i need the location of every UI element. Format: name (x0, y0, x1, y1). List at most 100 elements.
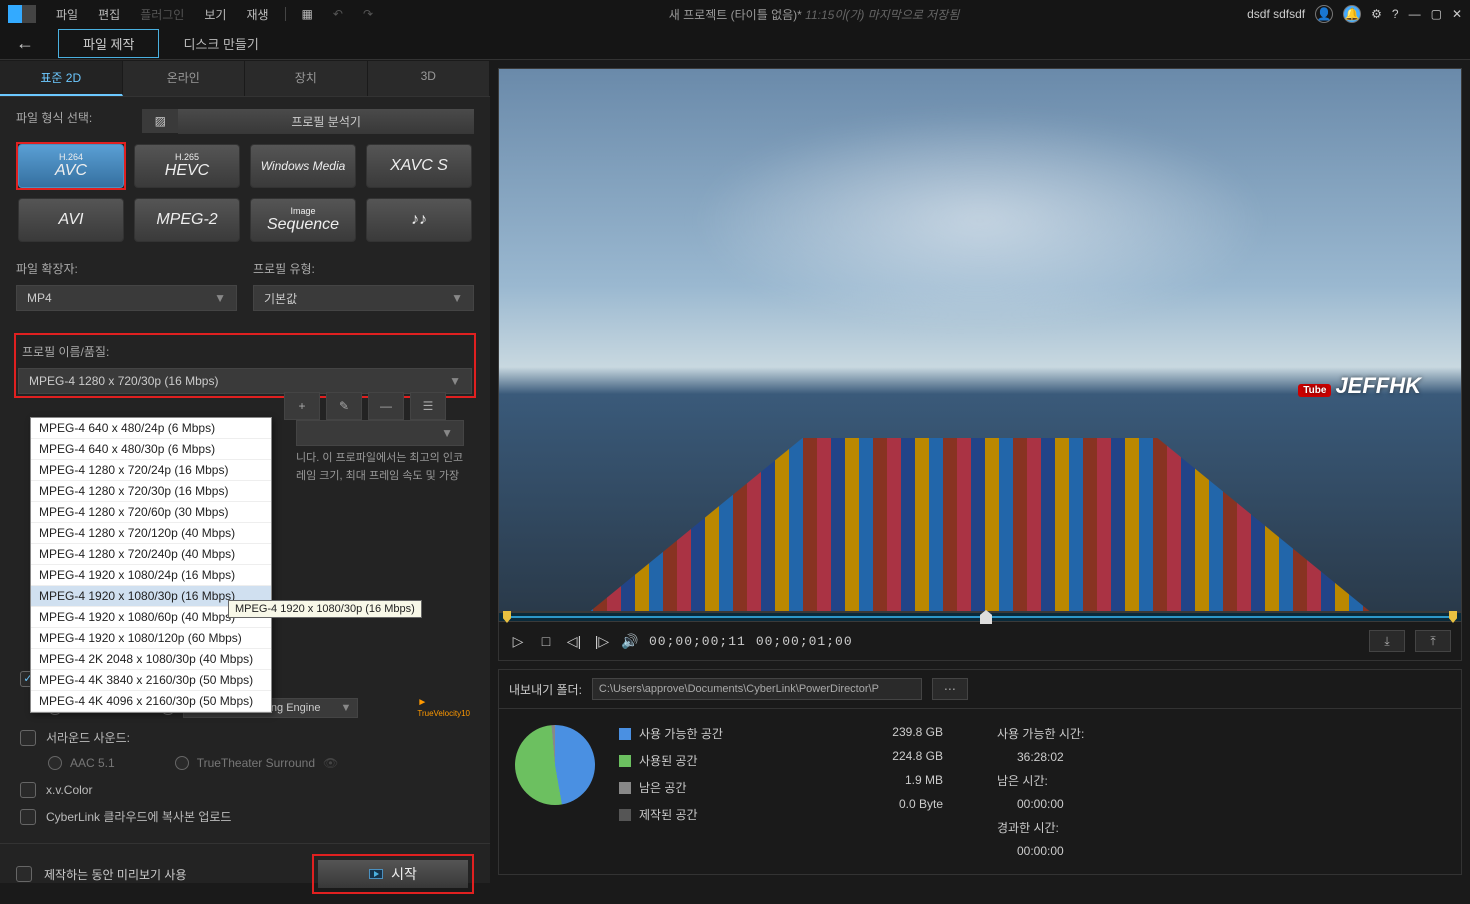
analyzer-icon[interactable]: ▨ (142, 109, 178, 133)
time-elapsed-label: 경과한 시간: (997, 819, 1197, 836)
format-button-3[interactable]: XAVC S (366, 144, 472, 188)
time-avail-label: 사용 가능한 시간: (997, 725, 1197, 742)
xvcolor-label: x.v.Color (46, 783, 92, 797)
profile-option[interactable]: MPEG-4 1280 x 720/240p (40 Mbps) (31, 544, 271, 565)
time-avail-value: 36:28:02 (997, 750, 1197, 764)
tab-3d[interactable]: 3D (368, 60, 491, 96)
format-button-1[interactable]: H.265HEVC (134, 144, 240, 188)
preview-viewport[interactable]: TubeJEFFHK (498, 68, 1462, 612)
legend-row: 제작된 공간 (619, 806, 839, 823)
time-elapsed-value: 00:00:00 (997, 844, 1197, 858)
tab-standard-2d[interactable]: 표준 2D (0, 60, 123, 96)
profile-option[interactable]: MPEG-4 4K 4096 x 2160/30p (50 Mbps) (31, 691, 271, 712)
aac-radio (48, 756, 62, 770)
legend-row: 사용된 공간 (619, 752, 839, 769)
disc-create-link[interactable]: 디스크 만들기 (183, 34, 258, 53)
menu-edit[interactable]: 편집 (90, 4, 128, 25)
user-name: dsdf sdfsdf (1247, 7, 1305, 21)
cloud-checkbox[interactable] (20, 809, 36, 825)
profile-details-button[interactable]: ☰ (410, 392, 446, 420)
notification-icon[interactable]: 🔔 (1343, 5, 1361, 23)
settings-icon[interactable]: ⚙ (1371, 7, 1382, 21)
scrub-out-marker[interactable] (1449, 611, 1457, 623)
layout-icon[interactable]: ▦ (294, 5, 321, 23)
audio-dropdown[interactable]: ▼ (296, 420, 464, 446)
profile-option[interactable]: MPEG-4 640 x 480/24p (6 Mbps) (31, 418, 271, 439)
add-profile-button[interactable]: + (284, 392, 320, 420)
edit-profile-button[interactable]: ✎ (326, 392, 362, 420)
preview-while-render-checkbox[interactable] (16, 866, 32, 882)
format-button-2[interactable]: Windows Media (250, 144, 356, 188)
browse-folder-button[interactable]: ⋯ (932, 678, 968, 700)
scrub-in-marker[interactable] (503, 611, 511, 623)
profile-name-label: 프로필 이름/품질: (22, 343, 472, 360)
undo-icon: ↶ (325, 5, 351, 23)
left-panel: 표준 2D 온라인 장치 3D 파일 형식 선택: ▨ 프로필 분석기 H.26… (0, 60, 490, 883)
info-panel: 사용 가능한 공간사용된 공간남은 공간제작된 공간 239.8 GB224.8… (498, 709, 1462, 875)
truevelocity-logo-icon: ►TrueVelocity10 (417, 697, 470, 719)
profile-option[interactable]: MPEG-4 4K 3840 x 2160/30p (50 Mbps) (31, 670, 271, 691)
time-remain-value: 00:00:00 (997, 797, 1197, 811)
profile-option[interactable]: MPEG-4 2K 2048 x 1080/30p (40 Mbps) (31, 649, 271, 670)
profile-description: 니다. 이 프로파일에서는 최고의 인코 레임 크기, 최대 프레임 속도 및 … (296, 450, 472, 485)
volume-icon[interactable]: 🔊 (621, 632, 639, 650)
export-path-input[interactable]: C:\Users\approve\Documents\CyberLink\Pow… (592, 678, 922, 700)
play-button[interactable]: ▷ (509, 632, 527, 650)
minimize-icon[interactable]: — (1409, 7, 1421, 21)
tab-device[interactable]: 장치 (245, 60, 368, 96)
menu-playback[interactable]: 재생 (238, 4, 276, 25)
export-frame-button[interactable]: ⤒ (1415, 630, 1451, 652)
scrub-playhead[interactable] (980, 610, 992, 624)
time-remain-label: 남은 시간: (997, 772, 1197, 789)
top-menu-bar: 파일 편집 플러그인 보기 재생 ▦ ↶ ↷ 새 프로젝트 (타이틀 없음)* … (0, 0, 1470, 28)
format-button-5[interactable]: MPEG-2 (134, 198, 240, 242)
format-button-4[interactable]: AVI (18, 198, 124, 242)
profile-option[interactable]: MPEG-4 1280 x 720/24p (16 Mbps) (31, 460, 271, 481)
maximize-icon[interactable]: ▢ (1431, 7, 1442, 21)
back-arrow-icon[interactable]: ← (16, 33, 34, 54)
profile-icon[interactable]: 👤 (1315, 5, 1333, 23)
profile-option[interactable]: MPEG-4 1280 x 720/60p (30 Mbps) (31, 502, 271, 523)
xvcolor-checkbox[interactable] (20, 782, 36, 798)
disk-pie-chart (515, 725, 595, 805)
right-panel: TubeJEFFHK ▷ □ ◁| |▷ 🔊 00;00;00;11 00;00… (490, 60, 1470, 883)
format-grid: H.264AVCH.265HEVCWindows MediaXAVC S AVIM… (16, 142, 474, 244)
file-produce-button[interactable]: 파일 제작 (58, 29, 159, 58)
format-button-7[interactable]: ♪♪ (366, 198, 472, 242)
profile-tooltip: MPEG-4 1920 x 1080/30p (16 Mbps) (228, 600, 422, 618)
start-button[interactable]: 시작 (318, 860, 468, 888)
profile-name-dropdown[interactable]: MPEG-4 1280 x 720/30p (16 Mbps)▼ (18, 368, 472, 394)
legend-row: 남은 공간 (619, 779, 839, 796)
profile-type-dropdown[interactable]: 기본값▼ (253, 285, 474, 311)
profile-dropdown-list: MPEG-4 640 x 480/24p (6 Mbps)MPEG-4 640 … (30, 417, 272, 713)
file-ext-dropdown[interactable]: MP4▼ (16, 285, 237, 311)
video-watermark: TubeJEFFHK (1298, 373, 1421, 399)
legend-value: 0.0 Byte (863, 797, 943, 811)
profile-type-label: 프로필 유형: (253, 260, 474, 277)
surround-checkbox[interactable] (20, 730, 36, 746)
next-frame-button[interactable]: |▷ (593, 632, 611, 650)
profile-analyzer-button[interactable]: 프로필 분석기 (178, 109, 474, 134)
snapshot-button[interactable]: ⤓ (1369, 630, 1405, 652)
redo-icon: ↷ (355, 5, 381, 23)
help-icon[interactable]: ? (1392, 7, 1399, 21)
format-button-0[interactable]: H.264AVC (18, 144, 124, 188)
tab-online[interactable]: 온라인 (123, 60, 246, 96)
profile-option[interactable]: MPEG-4 1280 x 720/120p (40 Mbps) (31, 523, 271, 544)
prev-frame-button[interactable]: ◁| (565, 632, 583, 650)
menu-view[interactable]: 보기 (196, 4, 234, 25)
format-select-label: 파일 형식 선택: (16, 109, 92, 126)
timeline-scrubber[interactable] (498, 612, 1462, 622)
timecode-total: 00;00;01;00 (756, 634, 853, 649)
profile-option[interactable]: MPEG-4 640 x 480/30p (6 Mbps) (31, 439, 271, 460)
remove-profile-button[interactable]: — (368, 392, 404, 420)
format-button-6[interactable]: ImageSequence (250, 198, 356, 242)
profile-option[interactable]: MPEG-4 1280 x 720/30p (16 Mbps) (31, 481, 271, 502)
legend-row: 사용 가능한 공간 (619, 725, 839, 742)
profile-option[interactable]: MPEG-4 1920 x 1080/24p (16 Mbps) (31, 565, 271, 586)
close-icon[interactable]: ✕ (1452, 7, 1462, 21)
menu-file[interactable]: 파일 (48, 4, 86, 25)
profile-name-section: 프로필 이름/품질: MPEG-4 1280 x 720/30p (16 Mbp… (14, 333, 476, 398)
profile-option[interactable]: MPEG-4 1920 x 1080/120p (60 Mbps) (31, 628, 271, 649)
stop-button[interactable]: □ (537, 632, 555, 650)
